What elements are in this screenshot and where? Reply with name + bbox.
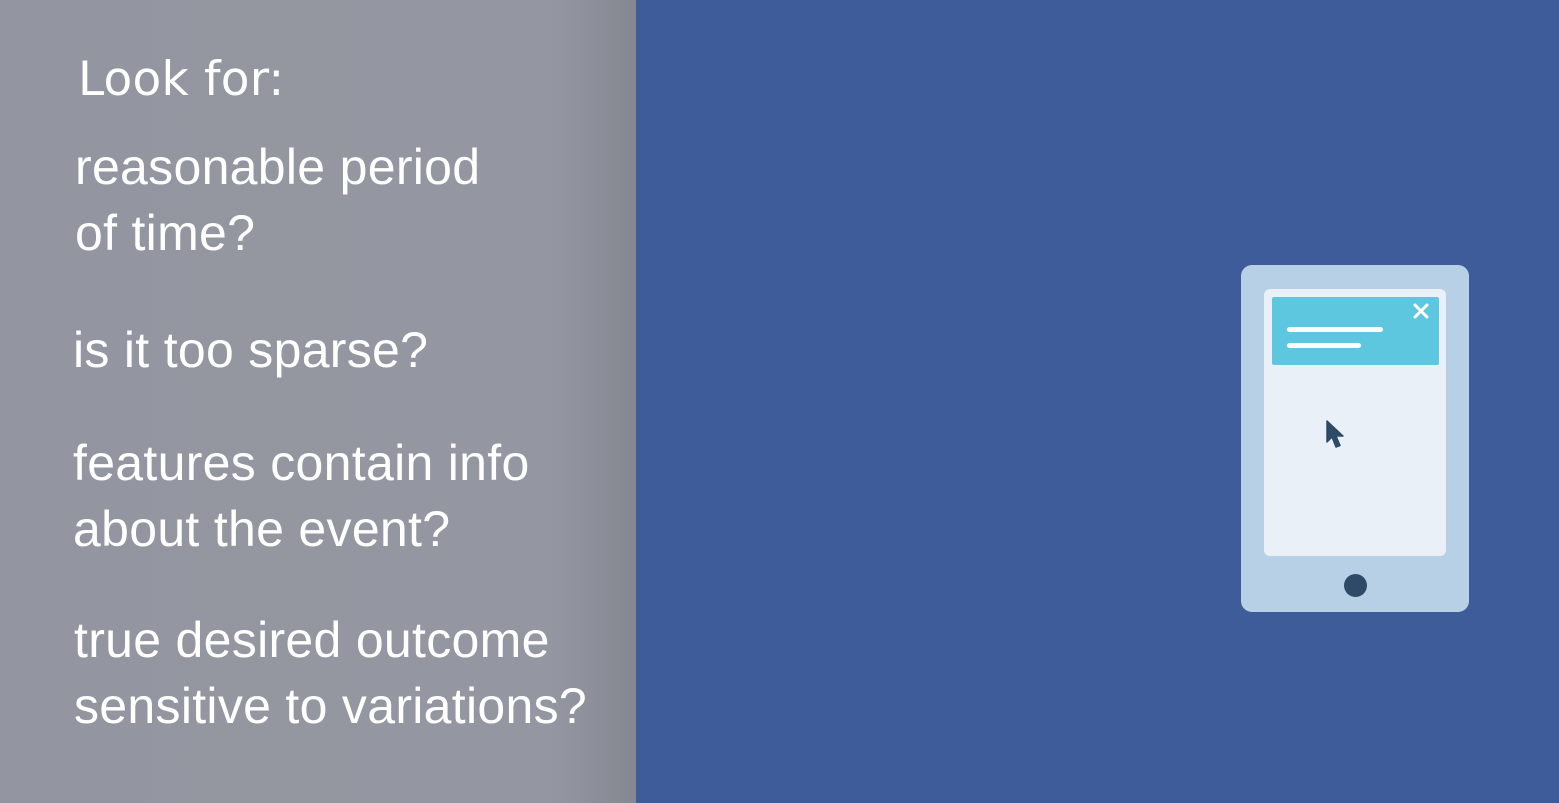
tablet-home-button xyxy=(1344,574,1367,597)
checklist-item-line: reasonable period xyxy=(75,139,481,195)
close-icon xyxy=(1413,303,1429,319)
tablet-illustration xyxy=(1241,265,1469,612)
checklist-item: true desired outcome sensitive to variat… xyxy=(74,607,587,739)
checklist-item: features contain info about the event? xyxy=(73,430,530,562)
checklist-item: reasonable period of time? xyxy=(75,134,480,266)
checklist-item: is it too sparse? xyxy=(73,317,428,383)
slide: Look for: reasonable period of time? is … xyxy=(0,0,1559,803)
checklist-item-line: true desired outcome xyxy=(74,612,550,668)
checklist-item-line: is it too sparse? xyxy=(73,322,429,378)
checklist-item-line: sensitive to variations? xyxy=(74,678,588,734)
cursor-icon xyxy=(1326,420,1344,448)
checklist-item-line: features contain info xyxy=(73,435,530,491)
text-panel: Look for: reasonable period of time? is … xyxy=(0,0,636,803)
notification-text-line xyxy=(1287,343,1361,348)
tablet-screen xyxy=(1264,289,1446,556)
checklist-item-line: about the event? xyxy=(73,501,451,557)
notification-banner xyxy=(1272,297,1439,365)
checklist-item-line: of time? xyxy=(75,205,256,261)
slide-heading: Look for: xyxy=(78,52,285,107)
notification-text-line xyxy=(1287,327,1383,332)
